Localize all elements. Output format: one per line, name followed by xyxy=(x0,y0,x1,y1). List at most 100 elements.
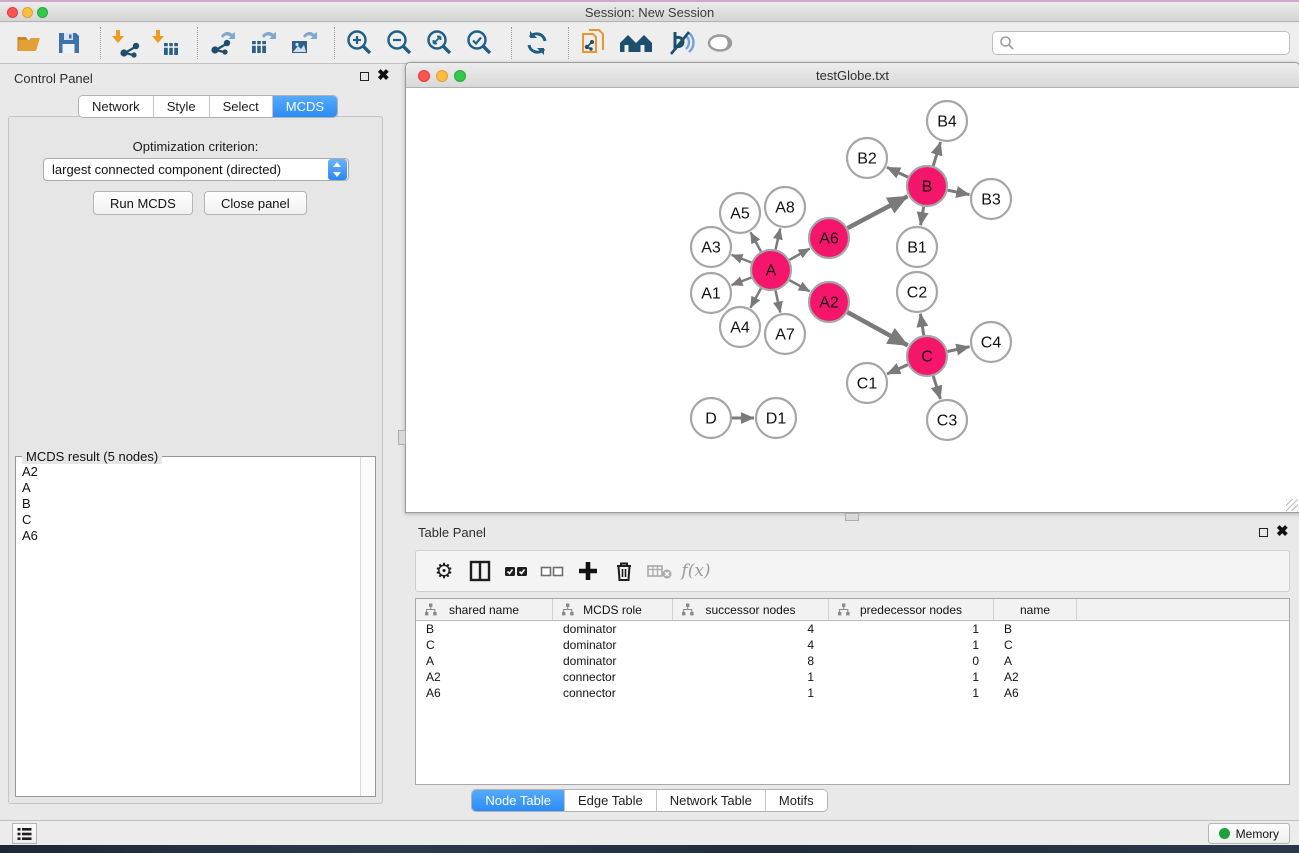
import-network-icon[interactable] xyxy=(109,26,143,60)
list-item[interactable]: A xyxy=(17,480,359,496)
column-header-shared-name[interactable]: shared name xyxy=(416,599,553,620)
graph-edge[interactable] xyxy=(732,278,752,286)
table-cell: connector xyxy=(553,685,673,701)
table-row[interactable]: Adominator80A xyxy=(416,653,1289,669)
import-table-icon[interactable] xyxy=(149,26,183,60)
mcds-result-list[interactable]: A2ABCA6 xyxy=(17,460,359,795)
tab-select[interactable]: Select xyxy=(210,96,273,117)
tab-network-table[interactable]: Network Table xyxy=(657,790,766,811)
resize-grip-icon[interactable] xyxy=(1286,499,1298,511)
table-row[interactable]: Cdominator41C xyxy=(416,637,1289,653)
delete-columns-icon[interactable] xyxy=(606,556,642,586)
tab-network[interactable]: Network xyxy=(79,96,154,117)
graph-edge[interactable] xyxy=(751,232,761,251)
desktop-background xyxy=(0,845,1299,853)
select-all-checkboxes-icon[interactable] xyxy=(498,556,534,586)
tab-edge-table[interactable]: Edge Table xyxy=(565,790,657,811)
refresh-icon[interactable] xyxy=(520,26,554,60)
network-view[interactable]: B4B2BB3A8A5A6A3B1AA1C2A2A4A7C4CC1C3DD1 xyxy=(406,89,1299,512)
open-session-icon[interactable] xyxy=(12,26,46,60)
zoom-out-icon[interactable] xyxy=(383,26,417,60)
close-panel-icon[interactable]: ✖ xyxy=(377,71,390,81)
graph-edge[interactable] xyxy=(848,196,908,228)
horizontal-splitter-handle[interactable] xyxy=(845,513,859,521)
vertical-splitter-handle[interactable] xyxy=(398,430,406,445)
tab-mcds[interactable]: MCDS xyxy=(273,96,337,117)
list-item[interactable]: B xyxy=(17,496,359,512)
column-header-successor-nodes[interactable]: successor nodes xyxy=(673,599,829,620)
graph-edge[interactable] xyxy=(948,190,970,194)
run-mcds-button[interactable]: Run MCDS xyxy=(93,191,193,215)
table-row[interactable]: A6connector11A6 xyxy=(416,685,1289,701)
table-settings-icon[interactable]: ⚙ xyxy=(426,556,462,586)
eye-icon[interactable] xyxy=(703,26,737,60)
zoom-fit-icon[interactable] xyxy=(423,26,457,60)
export-table-icon[interactable] xyxy=(246,26,280,60)
list-item[interactable]: C xyxy=(17,512,359,528)
clone-network-icon[interactable] xyxy=(577,26,611,60)
graph-edge[interactable] xyxy=(933,376,940,399)
attribute-tree-icon xyxy=(681,603,694,616)
graph-node-label: C4 xyxy=(981,335,1002,352)
table-toolbar: ⚙ f(x) xyxy=(415,550,1290,592)
graph-edge[interactable] xyxy=(776,228,781,249)
task-history-button[interactable] xyxy=(12,823,37,844)
home-icon[interactable] xyxy=(617,26,657,60)
table-cell: 1 xyxy=(829,685,994,701)
table-cell: 1 xyxy=(673,685,829,701)
export-network-icon[interactable] xyxy=(206,26,240,60)
zoom-selected-icon[interactable] xyxy=(463,26,497,60)
close-panel-button[interactable]: Close panel xyxy=(204,191,307,215)
graph-edge[interactable] xyxy=(948,347,970,352)
toggle-graphics-details-icon[interactable] xyxy=(663,26,697,60)
close-panel-icon[interactable]: ✖ xyxy=(1276,527,1289,537)
graph-edge[interactable] xyxy=(933,142,940,166)
deselect-all-checkboxes-icon[interactable] xyxy=(534,556,570,586)
list-item[interactable]: A6 xyxy=(17,528,359,544)
table-row[interactable]: Bdominator41B xyxy=(416,621,1289,637)
zoom-in-icon[interactable] xyxy=(343,26,377,60)
tab-style[interactable]: Style xyxy=(154,96,210,117)
search-input[interactable] xyxy=(1015,36,1289,50)
table-row[interactable]: A2connector11A2 xyxy=(416,669,1289,685)
control-panel-buttons: ✖ xyxy=(360,71,390,81)
graph-node-label: B2 xyxy=(857,151,877,168)
graph-edge[interactable] xyxy=(732,255,752,263)
memory-label: Memory xyxy=(1236,827,1279,841)
tab-node-table[interactable]: Node Table xyxy=(472,790,565,811)
column-header-predecessor-nodes[interactable]: predecessor nodes xyxy=(829,599,994,620)
table-cell: C xyxy=(416,637,553,653)
float-panel-icon[interactable] xyxy=(360,72,369,81)
graph-node-label: B4 xyxy=(937,114,957,131)
search-box[interactable] xyxy=(992,31,1290,55)
graph-edge[interactable] xyxy=(789,249,809,260)
export-image-icon[interactable] xyxy=(286,26,320,60)
show-columns-icon[interactable] xyxy=(462,556,498,586)
graph-edge[interactable] xyxy=(789,280,809,291)
graph-edge[interactable] xyxy=(847,312,907,345)
table-cell: A6 xyxy=(994,685,1077,701)
graph-edge[interactable] xyxy=(921,207,924,226)
graph-edge[interactable] xyxy=(775,291,780,313)
table-panel-buttons: ✖ xyxy=(1259,527,1289,537)
column-header-mcds-role[interactable]: MCDS role xyxy=(553,599,673,620)
result-scrollbar[interactable] xyxy=(360,457,375,796)
network-window-titlebar[interactable]: testGlobe.txt xyxy=(406,63,1299,88)
add-column-icon[interactable] xyxy=(570,556,606,586)
save-session-icon[interactable] xyxy=(52,26,86,60)
list-item[interactable]: A2 xyxy=(17,464,359,480)
criterion-dropdown[interactable]: largest connected component (directed) xyxy=(43,158,349,181)
float-panel-icon[interactable] xyxy=(1259,528,1268,537)
tab-motifs[interactable]: Motifs xyxy=(766,790,827,811)
column-header-name[interactable]: name xyxy=(994,599,1077,620)
window-title: Session: New Session xyxy=(0,5,1299,20)
graph-edge[interactable] xyxy=(887,365,908,374)
graph-edge[interactable] xyxy=(751,288,761,307)
graph-edge[interactable] xyxy=(920,314,923,336)
memory-button[interactable]: Memory xyxy=(1208,823,1290,844)
network-window: testGlobe.txt B4B2BB3A8A5A6A3B1AA1C2A2A4… xyxy=(405,62,1299,513)
optimization-criterion-label: Optimization criterion: xyxy=(9,139,382,154)
table-cell: 0 xyxy=(829,653,994,669)
table-cell: 1 xyxy=(829,669,994,685)
graph-edge[interactable] xyxy=(887,167,908,177)
